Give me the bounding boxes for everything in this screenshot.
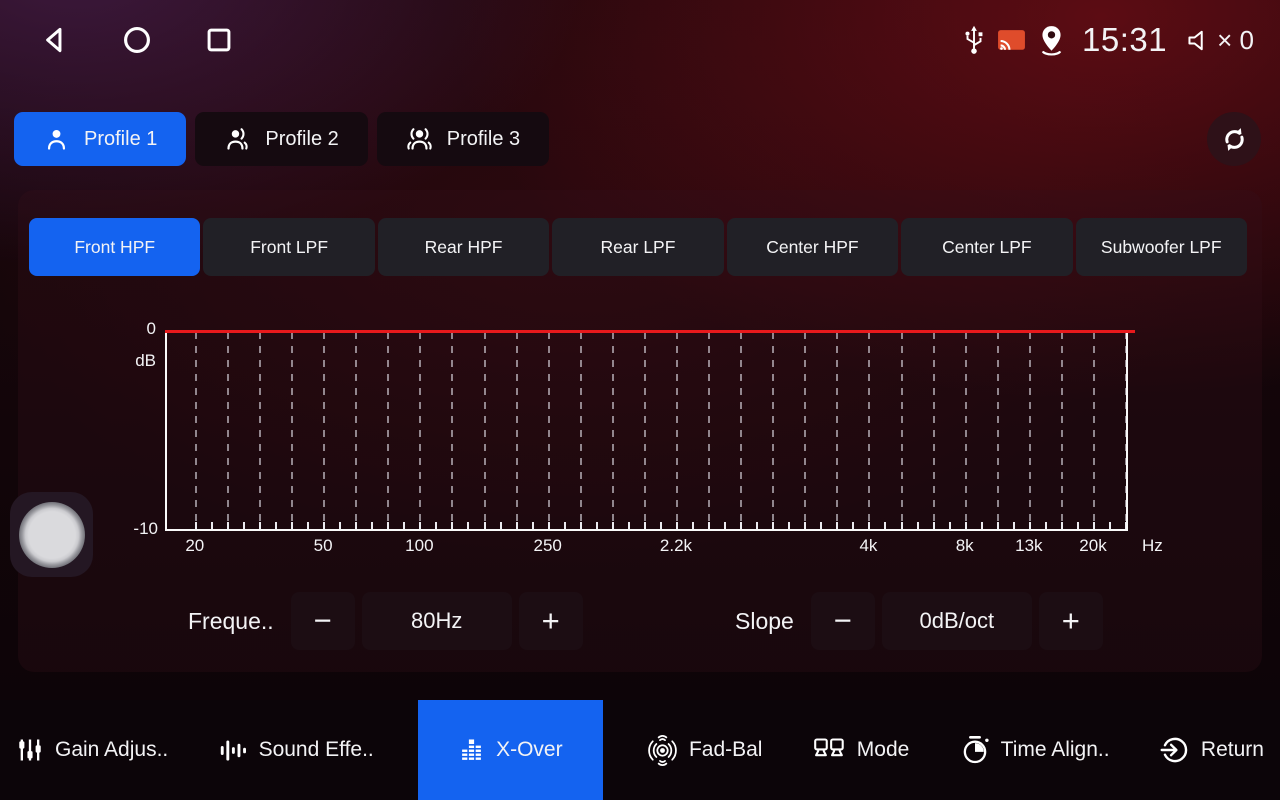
- chart-x-labels: 20501002502.2k4k8k13k20k: [167, 536, 1126, 560]
- nav-item-xover[interactable]: X-Over: [418, 700, 603, 800]
- profile-person-icon: [43, 126, 70, 153]
- usb-icon: [962, 24, 986, 56]
- filter-tab-label: Rear HPF: [425, 237, 503, 258]
- filter-tabs: Front HPF Front LPF Rear HPF Rear LPF Ce…: [29, 218, 1247, 276]
- fad-bal-icon: [647, 735, 678, 766]
- sync-button[interactable]: [1207, 112, 1261, 166]
- filter-tab-label: Front HPF: [74, 237, 155, 258]
- return-icon: [1160, 735, 1190, 765]
- profile-person-3-icon: [406, 126, 433, 153]
- profile-person-2-icon: [224, 126, 251, 153]
- time-align-icon: [960, 735, 990, 765]
- recents-icon[interactable]: [202, 22, 236, 58]
- back-icon[interactable]: [38, 22, 72, 58]
- android-nav-buttons: [38, 22, 236, 58]
- slope-label: Slope: [735, 608, 794, 635]
- filter-tab-front-lpf[interactable]: Front LPF: [203, 218, 374, 276]
- xover-icon: [458, 738, 485, 763]
- nav-item-mode[interactable]: Mode: [807, 700, 916, 800]
- slope-value: 0dB/oct: [882, 592, 1032, 650]
- nav-item-label: Time Align..: [1001, 738, 1110, 762]
- slope-minus-button[interactable]: −: [811, 592, 875, 650]
- volume-muted-icon: [1185, 27, 1214, 54]
- nav-item-label: X-Over: [496, 738, 563, 762]
- nav-item-return[interactable]: Return: [1154, 700, 1270, 800]
- filter-tab-label: Center LPF: [942, 237, 1031, 258]
- floating-knob-button[interactable]: [10, 492, 93, 577]
- profile-tab-label: Profile 1: [84, 128, 157, 151]
- filter-tab-rear-hpf[interactable]: Rear HPF: [378, 218, 549, 276]
- mode-icon: [813, 736, 846, 765]
- frequency-response-chart: 0 dB -10 20501002502.2k4k8k13k20k Hz: [165, 330, 1128, 531]
- nav-item-time-align[interactable]: Time Align..: [954, 700, 1116, 800]
- sound-effects-icon: [219, 737, 248, 764]
- frequency-control: Freque.. − 80Hz +: [188, 592, 583, 650]
- sync-icon: [1219, 124, 1250, 155]
- nav-item-fad-bal[interactable]: Fad-Bal: [641, 700, 769, 800]
- profile-tab-3[interactable]: Profile 3: [377, 112, 549, 166]
- nav-item-label: Sound Effe..: [259, 738, 374, 762]
- filter-tab-label: Rear LPF: [601, 237, 676, 258]
- filter-tab-center-lpf[interactable]: Center LPF: [901, 218, 1072, 276]
- x-axis-unit: Hz: [1142, 536, 1163, 556]
- knob-icon: [19, 502, 85, 568]
- nav-item-label: Gain Adjus..: [55, 738, 168, 762]
- cast-icon: [996, 28, 1027, 53]
- home-icon[interactable]: [119, 22, 155, 58]
- bottom-nav: Gain Adjus.. Sound Effe.. X-Over: [0, 700, 1280, 800]
- frequency-plus-button[interactable]: +: [519, 592, 583, 650]
- response-curve: [165, 330, 1135, 333]
- filter-tab-center-hpf[interactable]: Center HPF: [727, 218, 898, 276]
- nav-item-gain-adjust[interactable]: Gain Adjus..: [10, 700, 174, 800]
- profile-tab-label: Profile 3: [447, 128, 520, 151]
- profile-tab-2[interactable]: Profile 2: [195, 112, 367, 166]
- status-icons: 15:31 × 0: [962, 21, 1254, 59]
- y-axis-tick-min10: -10: [133, 519, 158, 539]
- frequency-minus-button[interactable]: −: [291, 592, 355, 650]
- xover-panel: Front HPF Front LPF Rear HPF Rear LPF Ce…: [18, 190, 1262, 672]
- filter-tab-rear-lpf[interactable]: Rear LPF: [552, 218, 723, 276]
- nav-item-label: Fad-Bal: [689, 738, 763, 762]
- profile-tab-label: Profile 2: [265, 128, 338, 151]
- profile-tabs: Profile 1 Profile 2 Profile 3: [14, 112, 1261, 166]
- nav-item-sound-effects[interactable]: Sound Effe..: [213, 700, 380, 800]
- location-icon: [1037, 24, 1066, 57]
- slope-plus-button[interactable]: +: [1039, 592, 1103, 650]
- filter-tab-subwoofer-lpf[interactable]: Subwoofer LPF: [1076, 218, 1247, 276]
- gain-adjust-icon: [16, 736, 44, 764]
- volume-indicator: × 0: [1185, 25, 1254, 56]
- frequency-value: 80Hz: [362, 592, 512, 650]
- frequency-label: Freque..: [188, 608, 274, 635]
- slope-control: Slope − 0dB/oct +: [735, 592, 1103, 650]
- profile-tab-1[interactable]: Profile 1: [14, 112, 186, 166]
- status-bar: 15:31 × 0: [0, 0, 1280, 80]
- chart-ticks: [167, 330, 1126, 529]
- y-axis-tick-0: 0: [147, 319, 156, 339]
- filter-tab-label: Center HPF: [766, 237, 858, 258]
- filter-tab-label: Subwoofer LPF: [1101, 237, 1222, 258]
- nav-item-label: Return: [1201, 738, 1264, 762]
- filter-tab-label: Front LPF: [250, 237, 328, 258]
- volume-level: × 0: [1217, 25, 1254, 56]
- clock: 15:31: [1082, 21, 1167, 59]
- filter-tab-front-hpf[interactable]: Front HPF: [29, 218, 200, 276]
- nav-item-label: Mode: [857, 738, 910, 762]
- y-axis-unit: dB: [135, 351, 156, 371]
